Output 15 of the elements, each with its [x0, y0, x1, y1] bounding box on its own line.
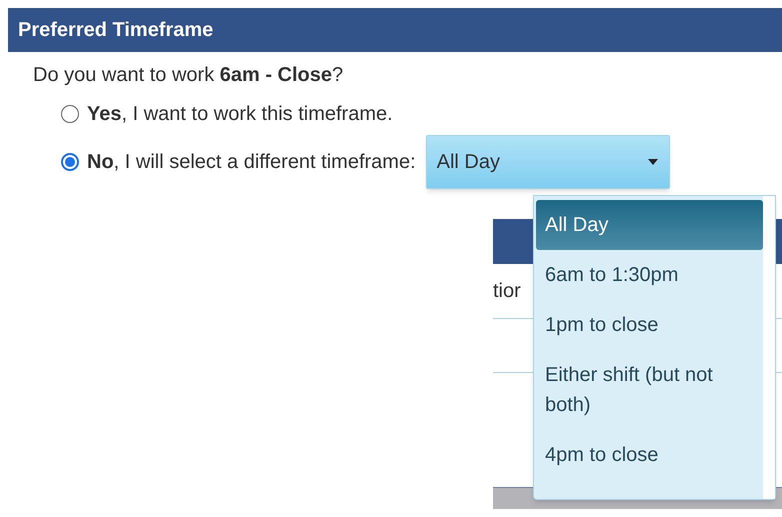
- option-label: Yes, I want to work this timeframe.: [87, 102, 393, 127]
- dropdown-option[interactable]: 6am to 1:30pm: [536, 250, 763, 300]
- question-text: Do you want to work 6am - Close?: [33, 64, 344, 86]
- dropdown-option[interactable]: All Day: [536, 200, 763, 250]
- option-label: No, I will select a different timeframe:: [87, 150, 416, 175]
- caret-icon: [646, 158, 659, 166]
- scrollbar-track[interactable]: [763, 196, 775, 499]
- section-header: Preferred Timeframe: [8, 8, 782, 52]
- radio-button[interactable]: [61, 105, 79, 123]
- radio-button[interactable]: [61, 153, 79, 171]
- table-cell-text: tior: [493, 279, 521, 304]
- dropdown-option[interactable]: Either shift (but not both): [536, 350, 763, 430]
- dropdown-option[interactable]: 4pm to close: [536, 430, 763, 480]
- timeframe-select[interactable]: All Day: [426, 135, 670, 189]
- dropdown-option[interactable]: 1pm to close: [536, 300, 763, 350]
